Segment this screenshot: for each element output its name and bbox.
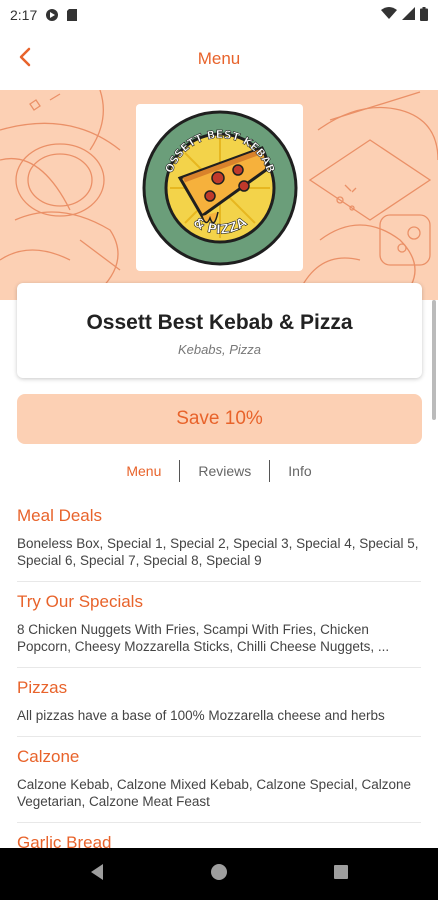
- status-time: 2:17: [10, 7, 38, 23]
- restaurant-name: Ossett Best Kebab & Pizza: [86, 311, 353, 334]
- triangle-back-icon: [89, 863, 105, 886]
- menu-tabs: Menu Reviews Info: [0, 459, 438, 483]
- nav-back-button[interactable]: [82, 859, 112, 889]
- circle-home-icon: [210, 863, 228, 886]
- restaurant-cuisine: Kebabs, Pizza: [177, 342, 262, 357]
- status-bar: 2:17: [0, 0, 438, 30]
- menu-category-pizzas[interactable]: Pizzas All pizzas have a base of 100% Mo…: [17, 668, 421, 737]
- category-title: Calzone: [17, 747, 80, 766]
- category-description: Boneless Box, Special 1, Special 2, Spec…: [17, 536, 419, 568]
- nav-recents-button[interactable]: [326, 859, 356, 889]
- tab-reviews[interactable]: Reviews: [180, 463, 269, 479]
- scrollbar[interactable]: [432, 300, 436, 420]
- category-title: Meal Deals: [17, 506, 103, 525]
- menu-category-calzone[interactable]: Calzone Calzone Kebab, Calzone Mixed Keb…: [17, 737, 421, 823]
- page-title: Menu: [197, 49, 241, 68]
- back-button[interactable]: [10, 44, 40, 74]
- pizza-logo-icon: OSSETT BEST KEBAB & PIZZA: [142, 110, 297, 265]
- category-description: Calzone Kebab, Calzone Mixed Kebab, Calz…: [17, 777, 411, 809]
- save-offer-button[interactable]: Save 10%: [17, 394, 422, 444]
- tab-info[interactable]: Info: [270, 463, 329, 479]
- wifi-icon: [381, 7, 397, 23]
- tab-menu[interactable]: Menu: [108, 463, 179, 479]
- app-notification-icon: [45, 8, 59, 22]
- category-description: 8 Chicken Nuggets With Fries, Scampi Wit…: [17, 622, 390, 654]
- system-nav-bar: [0, 848, 438, 900]
- menu-category-list: Meal Deals Boneless Box, Special 1, Spec…: [17, 496, 421, 875]
- restaurant-info-card: Ossett Best Kebab & Pizza Kebabs, Pizza: [17, 283, 422, 378]
- nav-home-button[interactable]: [204, 859, 234, 889]
- menu-category-meal-deals[interactable]: Meal Deals Boneless Box, Special 1, Spec…: [17, 496, 421, 582]
- menu-category-specials[interactable]: Try Our Specials 8 Chicken Nuggets With …: [17, 582, 421, 668]
- app-header: Menu: [0, 30, 438, 88]
- signal-icon: [402, 7, 415, 23]
- battery-icon: [420, 6, 428, 24]
- category-title: Pizzas: [17, 678, 68, 697]
- sd-card-icon: [65, 8, 79, 22]
- square-recents-icon: [333, 864, 349, 885]
- category-description: All pizzas have a base of 100% Mozzarell…: [17, 708, 385, 723]
- restaurant-logo: OSSETT BEST KEBAB & PIZZA: [136, 104, 303, 271]
- category-title: Try Our Specials: [17, 592, 143, 611]
- chevron-left-icon: [18, 47, 32, 72]
